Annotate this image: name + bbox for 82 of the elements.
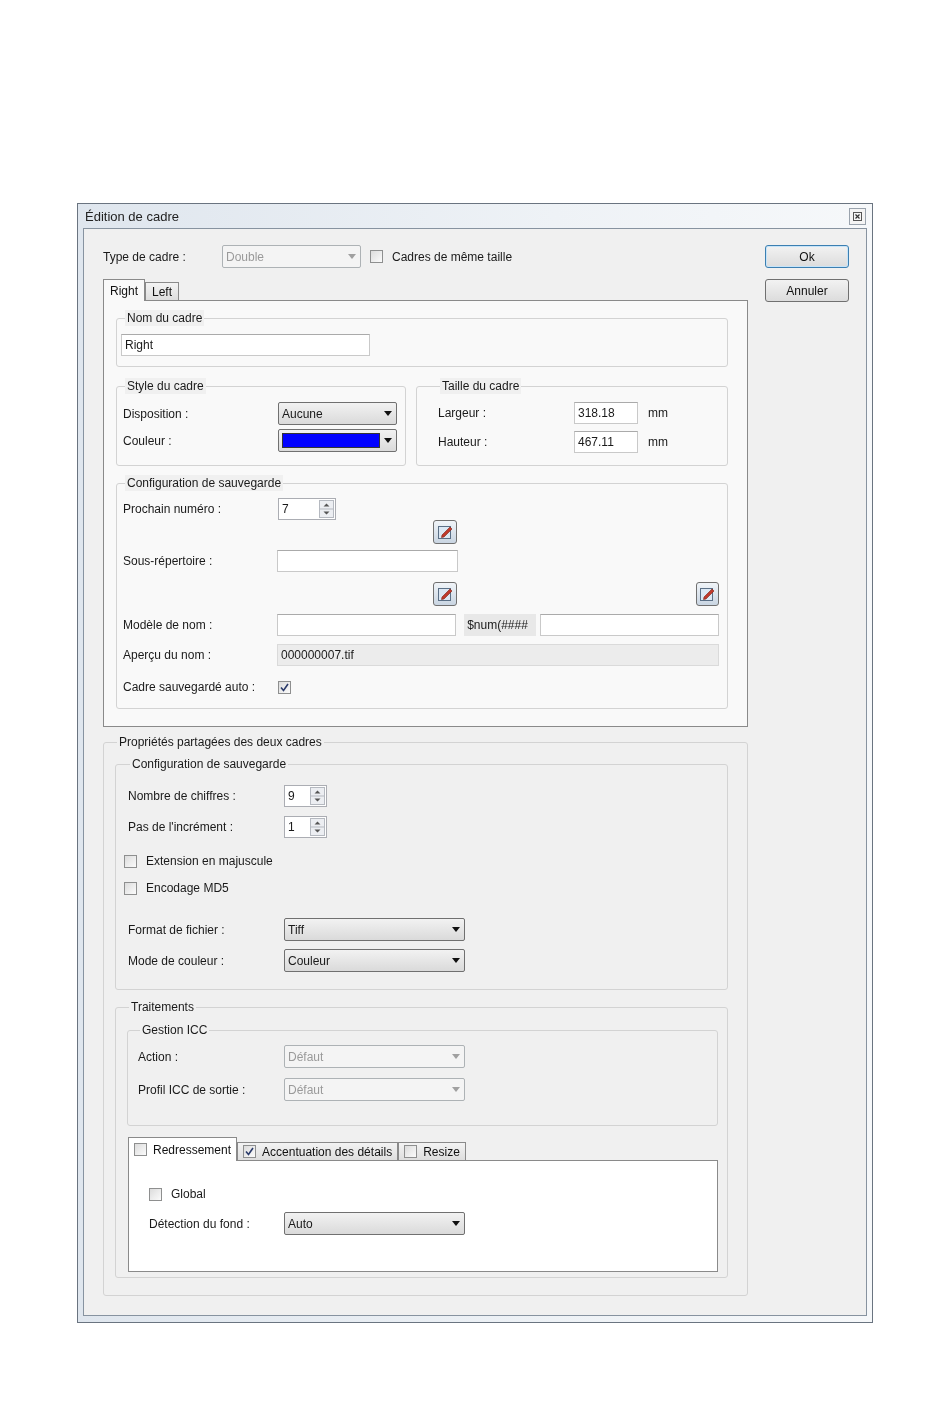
checkbox[interactable] (124, 854, 137, 868)
edit-button[interactable] (433, 520, 457, 544)
spin-field[interactable]: 7 (278, 498, 336, 520)
group-title: Configuration de sauvegarde (125, 475, 284, 491)
dropdown[interactable]: Aucune (278, 402, 397, 425)
field-label: Nombre de chiffres : (128, 789, 237, 803)
field-label: Sous-répertoire : (123, 554, 214, 568)
dropdown-arrow-icon (452, 927, 460, 932)
field-label: Mode de couleur : (128, 953, 226, 968)
spinner-arrows-icon[interactable] (310, 818, 325, 836)
checkbox[interactable] (243, 1145, 257, 1158)
dropdown-arrow-icon (452, 1221, 460, 1226)
field-label: Profil ICC de sortie : (138, 1082, 247, 1097)
checkbox[interactable] (124, 881, 137, 895)
spinner-arrows-icon[interactable] (319, 500, 334, 518)
input-field[interactable] (277, 550, 458, 572)
dropdown[interactable] (278, 429, 397, 452)
tab[interactable]: Left (145, 282, 180, 300)
field-label: Format de fichier : (128, 922, 226, 937)
checkbox-label: Extension en majuscule (146, 854, 273, 868)
group-title: Configuration de sauvegarde (130, 756, 289, 772)
dropdown-arrow-icon (452, 1087, 460, 1092)
checkbox-label: Cadres de même taille (392, 249, 513, 264)
dropdown-arrow-icon (452, 958, 460, 963)
input-field[interactable] (277, 614, 457, 636)
group-title: Nom du cadre (125, 310, 205, 326)
unit-label: mm (648, 406, 668, 420)
tab[interactable]: Redressement (128, 1137, 238, 1161)
checkbox-label: Encodage MD5 (146, 881, 229, 895)
group-title: Propriétés partagées des deux cadres (117, 734, 324, 750)
dropdown-arrow-icon (384, 438, 392, 443)
checkbox[interactable] (404, 1145, 418, 1158)
input-field[interactable]: 318.18 (574, 402, 638, 424)
edit-button[interactable] (695, 582, 719, 606)
field-label: Pas de l'incrément : (128, 820, 234, 834)
field-label: Aperçu du nom : (123, 648, 213, 662)
field-label: Action : (138, 1049, 180, 1064)
spinner-arrows-icon[interactable] (310, 787, 325, 805)
field-label: Prochain numéro : (123, 502, 223, 516)
input-field[interactable] (539, 614, 719, 636)
dropdown-arrow-icon (452, 1054, 460, 1059)
pencil-icon (436, 586, 453, 602)
dropdown-arrow-icon (384, 411, 392, 416)
field-label: Couleur : (123, 433, 173, 448)
spin-field[interactable]: 9 (284, 785, 327, 807)
dropdown[interactable]: Couleur (284, 949, 465, 972)
field-label: Largeur : (438, 406, 488, 420)
tab[interactable]: Resize (398, 1142, 466, 1160)
close-button[interactable] (849, 207, 866, 225)
checkbox[interactable] (134, 1143, 147, 1156)
checkbox[interactable] (278, 680, 291, 694)
tab[interactable]: Accentuation des détails (237, 1142, 399, 1160)
field-label: Détection du fond : (149, 1216, 251, 1231)
field-label: Cadre sauvegardé auto : (123, 680, 257, 694)
token-label: $num(#### (464, 614, 536, 636)
field-label: Disposition : (123, 406, 190, 421)
field-label: Type de cadre : (103, 249, 187, 264)
check-icon (280, 682, 289, 692)
close-icon (853, 211, 862, 221)
field-label: Hauteur : (438, 435, 489, 449)
window-title: Édition de cadre (85, 208, 179, 224)
tab[interactable]: Right (103, 279, 145, 301)
checkbox-label: Global (171, 1187, 206, 1201)
check-icon (245, 1147, 255, 1156)
dialog-button[interactable]: Annuler (765, 279, 849, 302)
pencil-icon (699, 586, 716, 602)
edit-button[interactable] (433, 582, 457, 606)
dropdown[interactable]: Tiff (284, 918, 465, 941)
dropdown[interactable]: Auto (284, 1212, 465, 1235)
input-field[interactable]: Right (121, 334, 370, 356)
checkbox[interactable] (370, 250, 383, 263)
dropdown-arrow-icon (348, 254, 356, 259)
field-label: Modèle de nom : (123, 618, 214, 632)
group-title: Taille du cadre (440, 378, 522, 394)
readonly-field: 000000007.tif (277, 644, 719, 666)
unit-label: mm (648, 435, 668, 449)
checkbox[interactable] (149, 1187, 162, 1201)
dialog-button[interactable]: Ok (765, 245, 849, 268)
group-title: Style du cadre (125, 378, 206, 394)
input-field[interactable]: 467.11 (574, 431, 638, 453)
pencil-icon (437, 524, 453, 540)
spin-field[interactable]: 1 (284, 816, 327, 838)
